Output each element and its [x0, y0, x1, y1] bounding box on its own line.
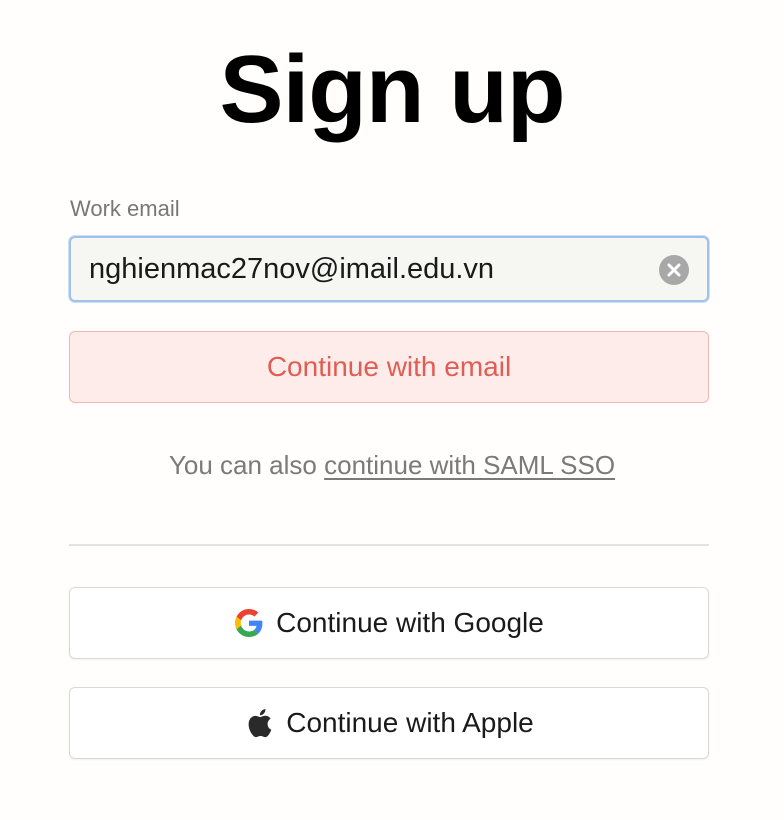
google-icon — [234, 608, 264, 638]
apple-icon — [244, 708, 274, 738]
apple-button-label: Continue with Apple — [286, 707, 534, 738]
page-title: Sign up — [219, 36, 566, 143]
google-button-label: Continue with Google — [276, 607, 544, 638]
continue-with-email-button[interactable]: Continue with email — [69, 331, 709, 403]
divider — [69, 544, 709, 546]
continue-with-apple-button[interactable]: Continue with Apple — [69, 687, 709, 759]
sso-line: You can also continue with SAML SSO — [0, 448, 784, 482]
close-icon — [667, 263, 681, 277]
signup-page: Sign up Work email Continue with email Y… — [0, 0, 784, 820]
email-field-label: Work email — [70, 196, 180, 221]
email-field — [69, 236, 709, 302]
clear-input-button[interactable] — [659, 255, 689, 285]
continue-with-google-button[interactable]: Continue with Google — [69, 587, 709, 659]
sso-prefix-text: You can also — [168, 450, 325, 480]
email-input[interactable] — [89, 238, 649, 300]
saml-sso-link[interactable]: continue with SAML SSO — [324, 450, 615, 480]
